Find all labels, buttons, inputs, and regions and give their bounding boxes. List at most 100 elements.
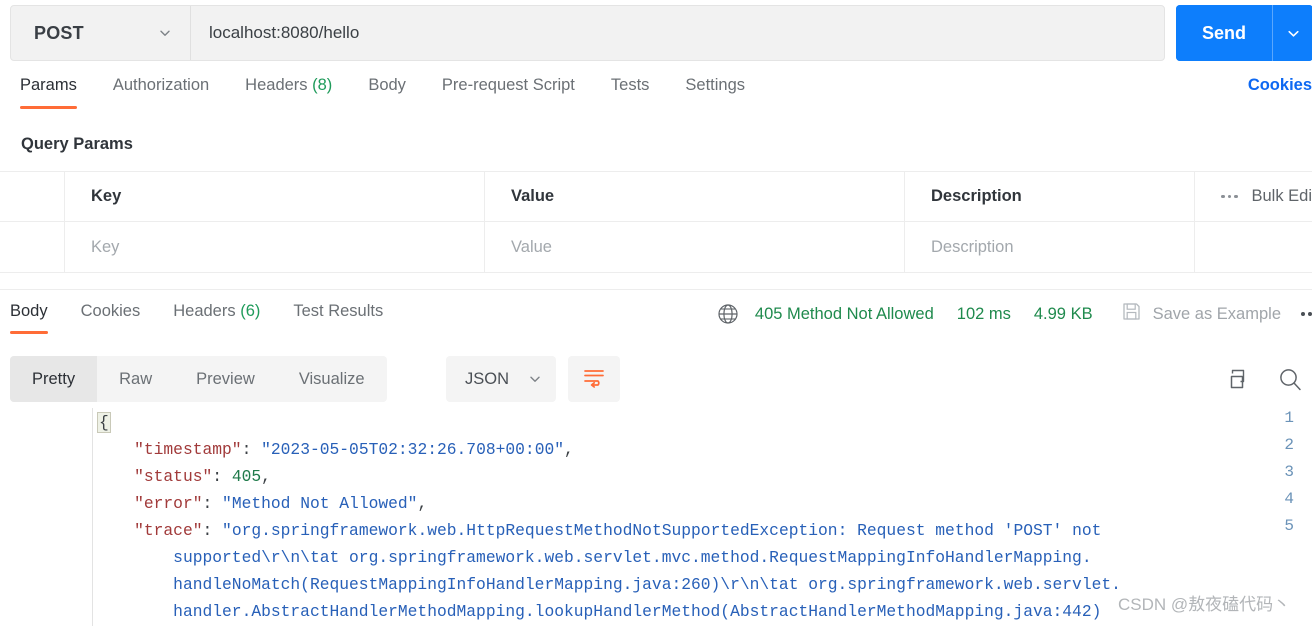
query-params-title: Query Params (21, 135, 133, 153)
table-header-row: Key Value Description Bulk Edit (0, 171, 1312, 222)
code-token: handleNoMatch(RequestMappingInfoHandlerM… (173, 575, 1121, 594)
code-token: 405 (231, 467, 262, 486)
url-input[interactable] (191, 6, 1164, 60)
code-token: , (564, 440, 574, 459)
word-wrap-icon (582, 366, 606, 393)
code-token: "status" (134, 467, 213, 486)
code-token: "trace" (134, 521, 203, 540)
tab-headers[interactable]: Headers (8) (245, 72, 332, 109)
code-token: "2023-05-05T02:32:26.708+00:00" (261, 440, 565, 459)
format-dropdown-label: JSON (465, 369, 510, 388)
postman-window: POST Send Params Authorization Headers (… (0, 0, 1312, 626)
response-size: 4.99 KB (1033, 304, 1093, 323)
code-line: handleNoMatch(RequestMappingInfoHandlerM… (93, 571, 1312, 598)
copy-icon[interactable] (1225, 367, 1250, 397)
response-separator (0, 289, 1312, 290)
row-checkbox-cell[interactable] (0, 222, 65, 272)
code-token: , (417, 494, 428, 513)
tab-headers-count: (8) (312, 76, 333, 94)
code-line: supported\r\n\tat org.springframework.we… (93, 544, 1312, 571)
tab-body-label: Body (368, 76, 406, 94)
cell-description-placeholder: Description (931, 237, 1014, 256)
response-status-bar: 405 Method Not Allowed 102 ms 4.99 KB Sa… (717, 301, 1312, 327)
table-actions-cell: Bulk Edit (1195, 172, 1312, 221)
code-token: , (261, 467, 271, 486)
line-number-gutter (0, 408, 93, 626)
query-params-table: Key Value Description Bulk Edit Key Valu… (0, 171, 1312, 273)
tab-headers-label: Headers (245, 76, 308, 94)
tab-settings[interactable]: Settings (685, 72, 745, 109)
view-mode-visualize[interactable]: Visualize (277, 356, 387, 402)
code-token: "org.springframework.web.HttpRequestMeth… (222, 521, 1102, 540)
cell-description[interactable]: Description (905, 222, 1195, 272)
send-options-chevron-down-icon[interactable] (1273, 5, 1312, 61)
code-token: "error" (134, 494, 203, 513)
column-header-value: Value (485, 172, 905, 221)
response-tab-cookies-label: Cookies (80, 302, 141, 320)
format-dropdown[interactable]: JSON (446, 356, 556, 402)
url-bar: POST Send (0, 0, 1312, 66)
format-chevron-down-icon (528, 372, 542, 386)
code-token: "timestamp" (134, 440, 242, 459)
response-tab-body[interactable]: Body (10, 298, 48, 334)
json-code-content[interactable]: { "timestamp": "2023-05-05T02:32:26.708+… (93, 408, 1312, 625)
response-tab-headers-label: Headers (173, 302, 236, 320)
globe-icon (717, 303, 739, 325)
save-as-example-button[interactable]: Save as Example (1121, 301, 1281, 327)
status-badge: 405 Method Not Allowed (754, 304, 934, 323)
view-mode-raw[interactable]: Raw (97, 356, 174, 402)
response-tab-test-results-label: Test Results (293, 302, 384, 320)
cell-key[interactable]: Key (65, 222, 485, 272)
code-token: handler.AbstractHandlerMethodMapping.loo… (173, 602, 1102, 621)
code-token: "Method Not Allowed" (222, 494, 418, 513)
tab-authorization[interactable]: Authorization (113, 72, 209, 109)
row-actions-cell (1195, 222, 1312, 272)
response-tab-headers[interactable]: Headers (6) (173, 298, 260, 334)
cookies-link[interactable]: Cookies (1248, 76, 1312, 95)
search-icon[interactable] (1277, 366, 1304, 398)
more-options-icon[interactable] (1221, 194, 1238, 199)
url-field-group: POST (10, 5, 1165, 61)
http-method-label: POST (34, 22, 84, 43)
column-header-key-label: Key (91, 187, 122, 205)
response-tab-cookies[interactable]: Cookies (81, 298, 141, 334)
send-button[interactable]: Send (1176, 5, 1272, 61)
response-body-toolbar: Pretty Raw Preview Visualize JSON (0, 356, 1312, 406)
http-method-dropdown[interactable]: POST (11, 6, 191, 60)
code-line: { (93, 409, 1312, 436)
code-line: "status": 405, (93, 463, 1312, 490)
response-body-code-viewer[interactable]: 12345 { "timestamp": "2023-05-05T02:32:2… (0, 408, 1312, 626)
view-mode-pretty[interactable]: Pretty (10, 356, 98, 402)
column-header-value-label: Value (511, 187, 555, 205)
tab-params[interactable]: Params (20, 72, 77, 109)
response-tab-headers-count: (6) (240, 302, 261, 320)
response-more-options-icon[interactable] (1301, 312, 1312, 316)
save-as-example-label: Save as Example (1152, 304, 1281, 323)
view-mode-segmented-control: Pretty Raw Preview Visualize (10, 356, 387, 402)
response-time: 102 ms (956, 304, 1011, 323)
tab-params-label: Params (20, 76, 77, 94)
word-wrap-button[interactable] (568, 356, 620, 402)
response-tab-body-label: Body (10, 302, 48, 320)
tab-tests-label: Tests (610, 76, 650, 94)
code-line: handler.AbstractHandlerMethodMapping.loo… (93, 598, 1312, 625)
code-token: { (97, 412, 111, 433)
tab-tests[interactable]: Tests (611, 72, 650, 109)
tab-pre-request-script[interactable]: Pre-request Script (442, 72, 575, 109)
code-token: : (212, 467, 232, 486)
request-tab-bar: Params Authorization Headers (8) Body Pr… (0, 72, 1312, 124)
code-line: "error": "Method Not Allowed", (93, 490, 1312, 517)
tab-body[interactable]: Body (368, 72, 406, 109)
table-row[interactable]: Key Value Description (0, 222, 1312, 273)
view-mode-preview[interactable]: Preview (174, 356, 277, 402)
code-token: supported\r\n\tat org.springframework.we… (173, 548, 1092, 567)
bulk-edit-button[interactable]: Bulk Edit (1252, 187, 1312, 206)
tab-authorization-label: Authorization (112, 76, 210, 94)
save-icon (1121, 301, 1142, 327)
response-tab-test-results[interactable]: Test Results (293, 298, 383, 334)
cell-value[interactable]: Value (485, 222, 905, 272)
